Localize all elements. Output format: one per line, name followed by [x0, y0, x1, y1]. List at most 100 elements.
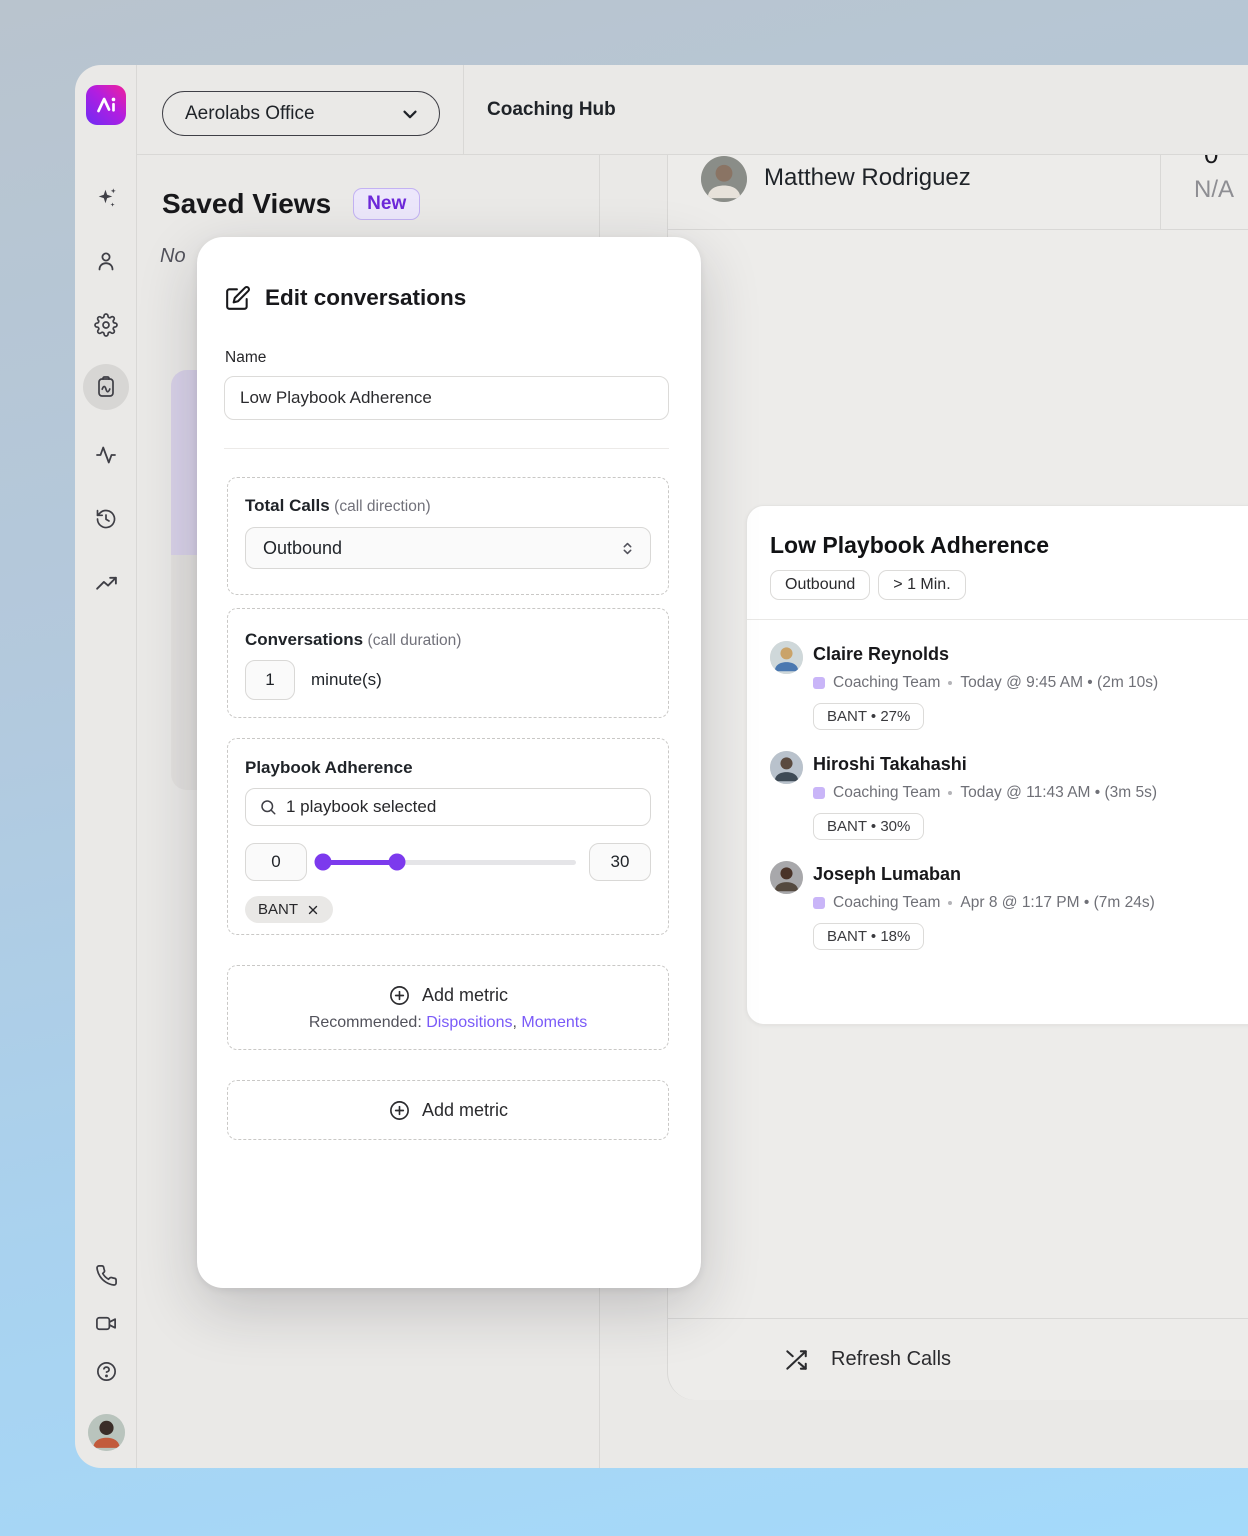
saved-view-card-tint [171, 370, 200, 555]
name-input[interactable] [224, 376, 669, 420]
caller-team: Coaching Team [833, 674, 940, 692]
adherence-score-chip: BANT • 30% [813, 813, 924, 840]
top-bar: Aerolabs Office Coaching Hub [137, 65, 1248, 155]
sidebar-item-ai-assistant[interactable] [75, 175, 137, 219]
saved-view-results-card: Low Playbook Adherence Outbound > 1 Min. [746, 505, 1248, 1025]
dot-separator-icon [948, 681, 952, 685]
slider-handle-high[interactable] [388, 854, 405, 871]
sidebar-item-contacts[interactable] [75, 239, 137, 283]
user-avatar-photo [88, 1414, 125, 1451]
rep-stat-value-clipped: 0 [1204, 155, 1248, 170]
caller-avatar [770, 641, 803, 674]
recommended-link-dispositions[interactable]: Dispositions [426, 1014, 512, 1031]
dot-separator-icon [948, 901, 952, 905]
activity-pulse-icon [94, 443, 118, 467]
clipped-empty-text: No [160, 245, 186, 268]
caller-team: Coaching Team [833, 894, 940, 912]
sidebar-item-video[interactable] [75, 1301, 137, 1345]
new-badge: New [353, 188, 420, 220]
add-metric-button[interactable]: Add metric [388, 1099, 508, 1122]
saved-views-title: Saved Views [162, 188, 331, 220]
shuffle-icon [783, 1347, 809, 1373]
call-time: Today @ 9:45 AM • (2m 10s) [960, 674, 1158, 692]
refresh-calls-button[interactable]: Refresh Calls [668, 1318, 1248, 1400]
plus-circle-icon [388, 984, 411, 1007]
rep-row[interactable]: Matthew Rodriguez 0 N/A [668, 155, 1248, 230]
team-color-icon [813, 787, 825, 799]
call-list-item[interactable]: Claire Reynolds Coaching Team Today @ 9:… [770, 641, 1248, 730]
playbook-adherence-label: Playbook Adherence [245, 758, 651, 778]
adherence-slider-track[interactable] [320, 860, 576, 865]
add-metric-section-recommended: Add metric Recommended: Dispositions, Mo… [227, 965, 669, 1050]
conversations-sublabel: (call duration) [368, 632, 462, 649]
sidebar-item-settings[interactable] [75, 303, 137, 347]
help-circle-icon [95, 1360, 118, 1383]
add-metric-label: Add metric [422, 1100, 508, 1121]
workspace-name: Aerolabs Office [185, 103, 315, 125]
range-max-input[interactable]: 30 [589, 843, 651, 881]
topbar-divider [463, 65, 464, 154]
call-time: Today @ 11:43 AM • (3m 5s) [960, 784, 1157, 802]
sidebar-item-history[interactable] [75, 497, 137, 541]
caller-name: Claire Reynolds [813, 641, 1158, 665]
call-list-item[interactable]: Joseph Lumaban Coaching Team Apr 8 @ 1:1… [770, 861, 1248, 950]
sidebar-rail [75, 65, 137, 1468]
duration-unit-label: minute(s) [311, 670, 382, 690]
page-title: Coaching Hub [487, 65, 616, 154]
rep-stat-na: N/A [1194, 176, 1248, 204]
close-icon[interactable] [306, 903, 320, 917]
edit-conversations-modal: Edit conversations Name Total Calls (cal… [197, 237, 701, 1288]
recommended-link-moments[interactable]: Moments [521, 1014, 587, 1031]
caller-avatar [770, 751, 803, 784]
call-time: Apr 8 @ 1:17 PM • (7m 24s) [960, 894, 1154, 912]
range-min-input[interactable]: 0 [245, 843, 307, 881]
name-field-label: Name [225, 349, 701, 367]
app-window: Aerolabs Office Coaching Hub Saved Views… [75, 65, 1248, 1468]
app-logo[interactable] [86, 85, 126, 125]
gear-icon [94, 313, 118, 337]
person-icon [94, 249, 118, 273]
rep-avatar [701, 156, 747, 202]
sidebar-item-phone[interactable] [75, 1253, 137, 1297]
duration-minutes-input[interactable] [245, 660, 295, 700]
playbook-chip: BANT [245, 896, 333, 923]
user-avatar[interactable] [88, 1414, 125, 1451]
edit-pencil-icon [225, 285, 251, 311]
sidebar-item-help[interactable] [75, 1349, 137, 1393]
desktop-background: Aerolabs Office Coaching Hub Saved Views… [0, 0, 1248, 1536]
search-icon [259, 798, 277, 816]
recommended-separator: , [512, 1014, 516, 1031]
rep-name: Matthew Rodriguez [764, 164, 971, 192]
caller-name: Hiroshi Takahashi [813, 751, 1157, 775]
sidebar-item-coaching-hub-active[interactable] [75, 365, 137, 409]
playbook-selected-text: 1 playbook selected [286, 797, 436, 817]
sidebar-item-trends[interactable] [75, 561, 137, 605]
sidebar-item-activity[interactable] [75, 433, 137, 477]
total-calls-label: Total Calls [245, 496, 330, 515]
card-divider [747, 619, 1248, 620]
modal-divider [224, 448, 669, 449]
total-calls-sublabel: (call direction) [334, 498, 430, 515]
filter-chip-duration: > 1 Min. [878, 570, 965, 600]
rep-stat-cell: 0 N/A [1160, 155, 1248, 230]
history-clock-icon [94, 507, 118, 531]
filter-chip-direction: Outbound [770, 570, 870, 600]
call-list-item[interactable]: Hiroshi Takahashi Coaching Team Today @ … [770, 751, 1248, 840]
plus-circle-icon [388, 1099, 411, 1122]
playbook-search-input[interactable]: 1 playbook selected [245, 788, 651, 826]
saved-view-card-partial[interactable] [171, 370, 200, 790]
metric-conversations: Conversations (call duration) minute(s) [227, 608, 669, 718]
conversations-label: Conversations [245, 630, 363, 649]
workspace-selector[interactable]: Aerolabs Office [162, 91, 440, 136]
add-metric-button[interactable]: Add metric [388, 984, 508, 1007]
results-card-title: Low Playbook Adherence [770, 532, 1248, 559]
call-direction-select[interactable]: Outbound [245, 527, 651, 569]
playbook-chip-label: BANT [258, 901, 298, 918]
modal-title: Edit conversations [265, 285, 466, 311]
slider-handle-low[interactable] [314, 854, 331, 871]
chevron-down-icon [399, 103, 421, 125]
brand-mark-icon [91, 90, 121, 120]
add-metric-section-plain: Add metric [227, 1080, 669, 1140]
call-direction-value: Outbound [263, 538, 342, 559]
add-metric-label: Add metric [422, 985, 508, 1006]
